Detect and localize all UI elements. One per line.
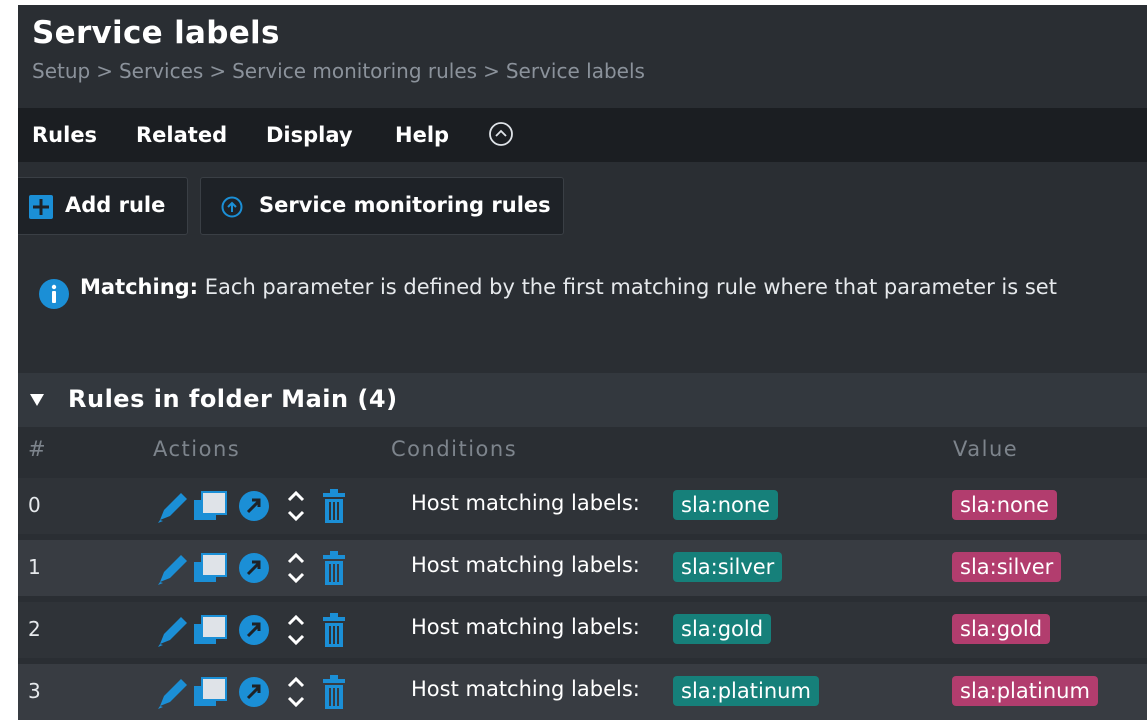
menu-bar: Rules Related Display Help (18, 108, 1147, 162)
edit-pencil-icon[interactable] (154, 548, 188, 588)
menu-rules[interactable]: Rules (32, 123, 97, 147)
condition-label: Host matching labels: (411, 615, 640, 639)
arrow-up-circle-icon (221, 196, 243, 218)
breadcrumb-separator: > (483, 59, 500, 83)
row-number: 0 (28, 493, 41, 517)
condition-label-chip: sla:gold (673, 614, 772, 644)
table-row: 1 Host matching labels: sla:silver sla:s… (18, 540, 1147, 596)
export-arrow-icon[interactable] (236, 486, 272, 526)
app-window: Service labels Setup > Services > Service mo… (18, 5, 1147, 720)
export-arrow-icon[interactable] (236, 672, 272, 712)
export-arrow-icon[interactable] (236, 548, 272, 588)
breadcrumb-item-setup[interactable]: Setup (32, 59, 90, 83)
column-header-num: # (28, 437, 48, 461)
delete-trash-icon[interactable] (320, 548, 348, 588)
plus-icon (29, 195, 53, 219)
breadcrumb-item-service-monitoring-rules[interactable]: Service monitoring rules (232, 59, 477, 83)
export-arrow-icon[interactable] (236, 610, 272, 650)
value-label-chip: sla:none (952, 490, 1058, 520)
breadcrumb-separator: > (209, 59, 227, 83)
shortcut-bar: Add rule Service monitoring rules (18, 162, 1147, 257)
menu-help[interactable]: Help (395, 123, 449, 147)
condition-label: Host matching labels: (411, 553, 640, 577)
matching-label: Matching: (80, 275, 199, 299)
row-actions (154, 486, 354, 526)
clone-icon[interactable] (192, 548, 230, 588)
add-rule-button[interactable]: Add rule (18, 177, 188, 235)
page-title: Service labels (32, 15, 280, 51)
row-number: 2 (28, 617, 41, 641)
matching-info-text: Matching: Each parameter is defined by t… (80, 275, 1057, 299)
row-number: 1 (28, 555, 41, 579)
condition-label: Host matching labels: (411, 491, 640, 515)
delete-trash-icon[interactable] (320, 610, 348, 650)
matching-description: Each parameter is defined by the first m… (198, 275, 1057, 299)
service-monitoring-rules-button[interactable]: Service monitoring rules (200, 177, 564, 235)
condition-label-chip: sla:none (673, 490, 779, 520)
value-label-chip: sla:platinum (952, 676, 1098, 706)
row-actions (154, 610, 354, 650)
edit-pencil-icon[interactable] (154, 486, 188, 526)
edit-pencil-icon[interactable] (154, 610, 188, 650)
table-row: 0 Host matching labels: sla:none sla:non… (18, 478, 1147, 534)
add-rule-label: Add rule (65, 193, 166, 217)
menu-related[interactable]: Related (136, 123, 227, 147)
move-updown-icon[interactable] (284, 486, 308, 526)
move-updown-icon[interactable] (284, 672, 308, 712)
service-monitoring-rules-label: Service monitoring rules (259, 193, 551, 217)
clone-icon[interactable] (192, 672, 230, 712)
table-row: 2 Host matching labels: sla:gold sla:gol… (18, 602, 1147, 658)
rules-section-title: Rules in folder Main (4) (68, 385, 398, 413)
collapse-triangle-icon[interactable] (30, 394, 44, 406)
condition-label-chip: sla:platinum (673, 676, 819, 706)
title-area: Service labels Setup > Services > Service mo… (18, 5, 1147, 108)
breadcrumb-separator: > (96, 59, 113, 83)
column-header-actions: Actions (153, 437, 241, 461)
row-actions (154, 672, 354, 712)
delete-trash-icon[interactable] (320, 486, 348, 526)
condition-label-chip: sla:silver (673, 552, 783, 582)
delete-trash-icon[interactable] (320, 672, 348, 712)
rules-section-header[interactable]: Rules in folder Main (4) (18, 373, 1147, 427)
table-row: 3 Host matching labels: sla:platinum sla… (18, 664, 1147, 720)
row-number: 3 (28, 679, 41, 703)
chevron-up-circle-icon[interactable] (488, 121, 514, 147)
move-updown-icon[interactable] (284, 548, 308, 588)
info-icon (39, 279, 69, 309)
value-label-chip: sla:silver (952, 552, 1062, 582)
move-updown-icon[interactable] (284, 610, 308, 650)
column-header-value: Value (953, 437, 1019, 461)
condition-label: Host matching labels: (411, 677, 640, 701)
menu-display[interactable]: Display (266, 123, 353, 147)
clone-icon[interactable] (192, 610, 230, 650)
edit-pencil-icon[interactable] (154, 672, 188, 712)
value-label-chip: sla:gold (952, 614, 1051, 644)
breadcrumb-item-services[interactable]: Services (119, 59, 203, 83)
row-actions (154, 548, 354, 588)
column-header-conditions: Conditions (391, 437, 518, 461)
breadcrumb-item-service-labels[interactable]: Service labels (506, 59, 645, 83)
breadcrumb: Setup > Services > Service monitoring rules >… (32, 59, 645, 83)
clone-icon[interactable] (192, 486, 230, 526)
